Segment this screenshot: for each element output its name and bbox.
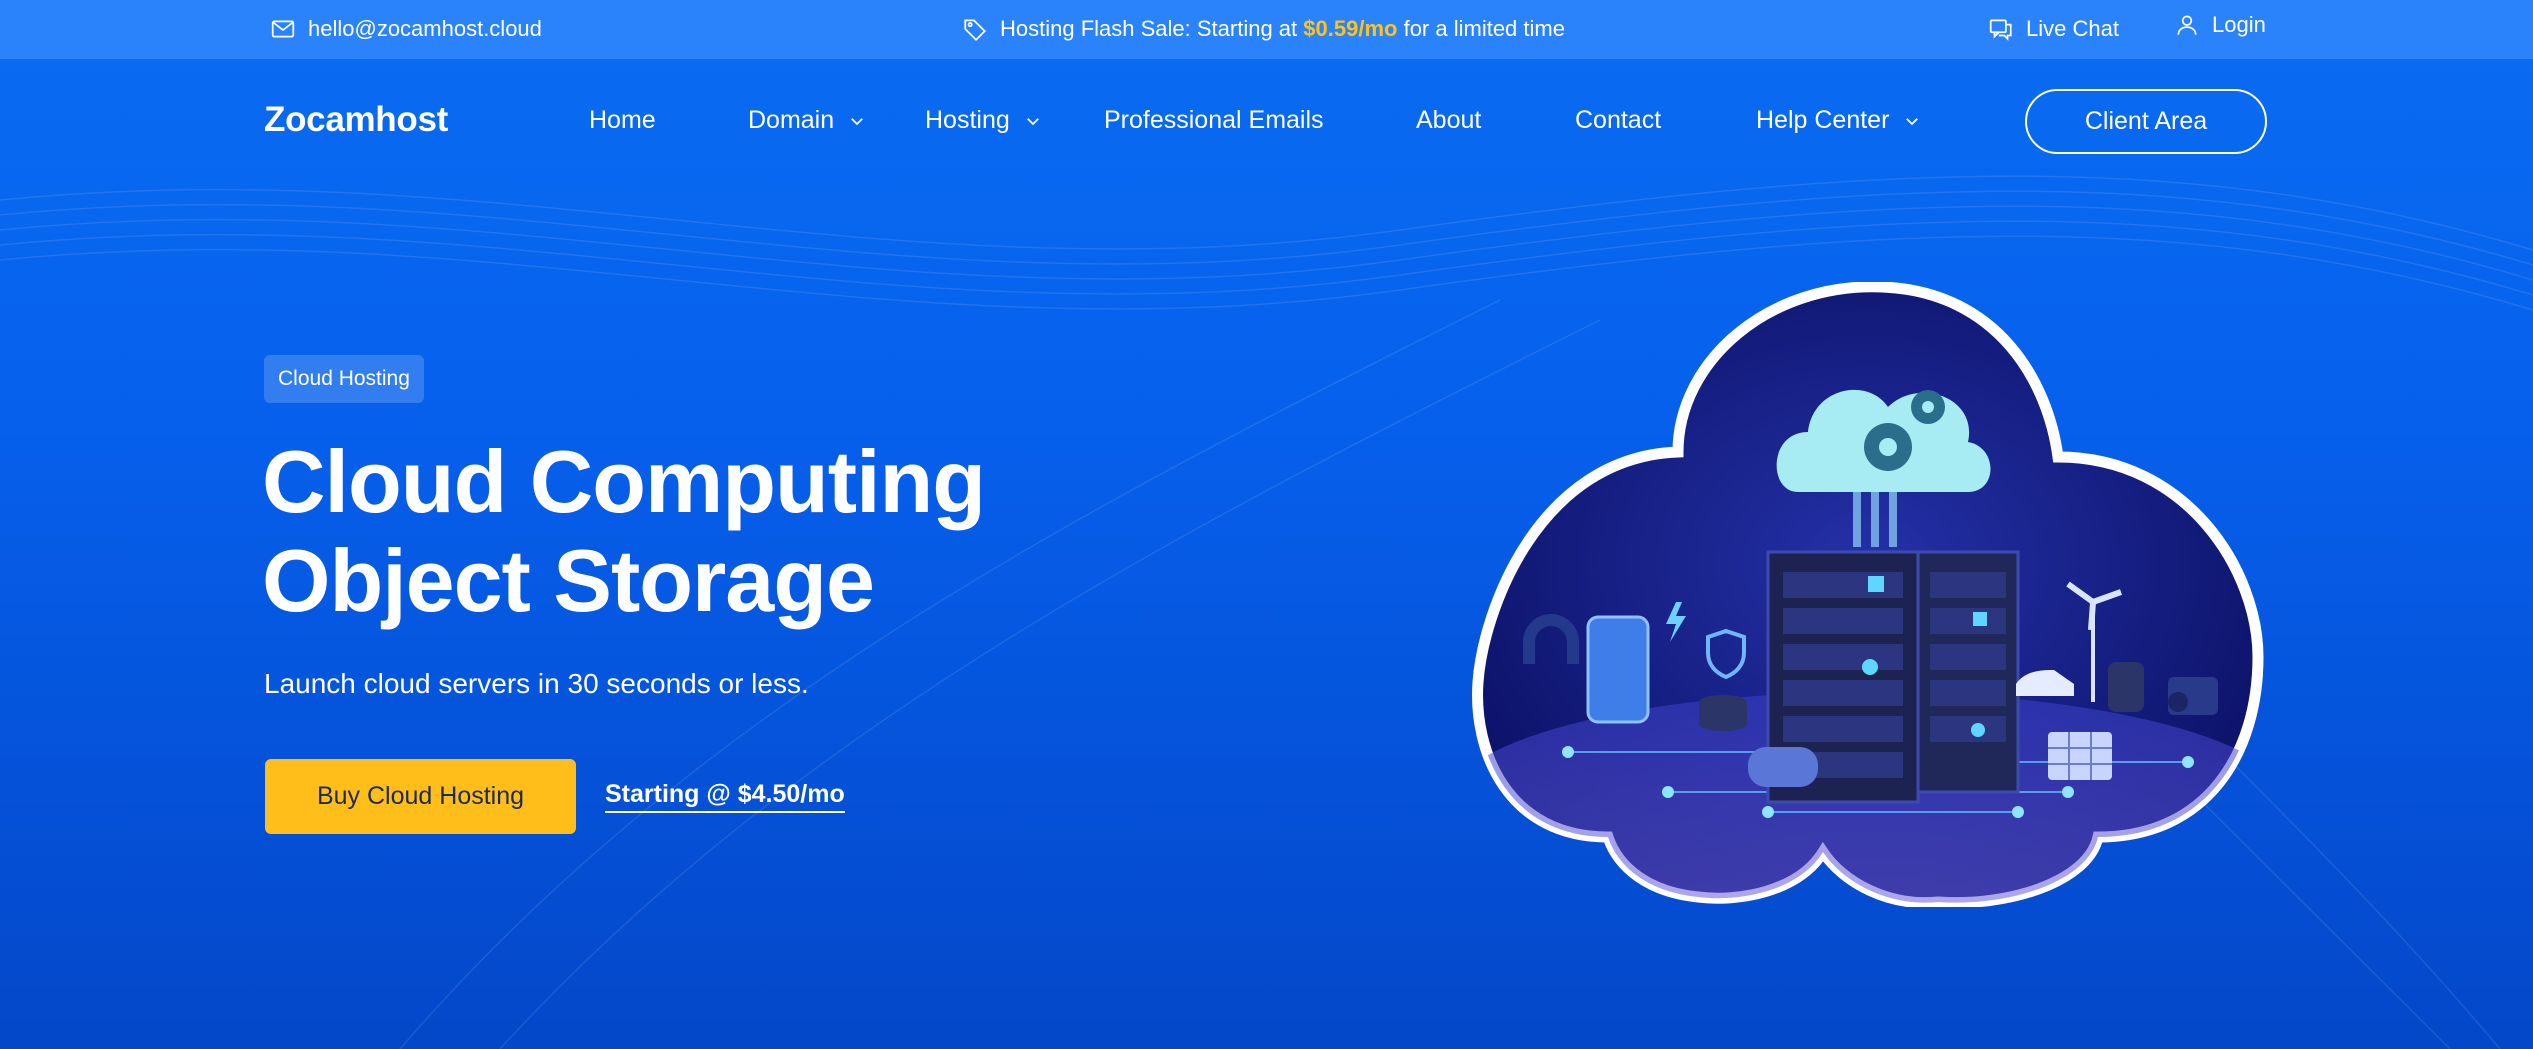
live-chat-label: Live Chat <box>2026 16 2119 41</box>
nav-domain[interactable]: Domain <box>748 106 866 135</box>
chevron-down-icon <box>1906 117 1919 125</box>
chat-icon <box>1989 19 2012 41</box>
nav-help-center-label: Help Center <box>1756 106 1890 134</box>
flash-sale-banner: Hosting Flash Sale: Starting at $0.59/mo… <box>962 16 1565 42</box>
nav-professional-emails[interactable]: Professional Emails <box>1104 106 1324 135</box>
chevron-down-icon <box>1026 117 1039 125</box>
flash-sale-prefix: Hosting Flash Sale: Starting at <box>1000 16 1298 41</box>
hero-title-line-1: Cloud Computing <box>262 432 986 531</box>
cloud-servers-illustration <box>1472 282 2264 907</box>
nav-contact-label: Contact <box>1575 106 1662 134</box>
nav-about-label: About <box>1416 106 1482 134</box>
hero-badge: Cloud Hosting <box>264 355 424 403</box>
flash-sale-suffix: for a limited time <box>1403 16 1565 41</box>
nav-help-center[interactable]: Help Center <box>1756 106 1921 135</box>
flash-sale-price: $0.59/mo <box>1303 16 1398 41</box>
mail-icon <box>271 20 295 38</box>
nav-home[interactable]: Home <box>589 106 656 135</box>
nav-professional-emails-label: Professional Emails <box>1104 106 1324 134</box>
user-icon <box>2177 15 2197 35</box>
hero-title-line-2: Object Storage <box>262 531 875 630</box>
nav-home-label: Home <box>589 106 656 134</box>
email-link[interactable]: hello@zocamhost.cloud <box>270 16 542 42</box>
client-area-button[interactable]: Client Area <box>2025 89 2267 154</box>
top-bar: hello@zocamhost.cloud Hosting Flash Sale… <box>0 0 2533 59</box>
tag-icon <box>964 19 986 42</box>
buy-cloud-hosting-button[interactable]: Buy Cloud Hosting <box>265 759 576 834</box>
nav-contact[interactable]: Contact <box>1575 106 1661 135</box>
nav-domain-label: Domain <box>748 106 835 134</box>
email-text: hello@zocamhost.cloud <box>308 16 542 41</box>
nav-hosting[interactable]: Hosting <box>925 106 1042 135</box>
site-logo[interactable]: Zocamhost <box>264 100 448 140</box>
hero-title: Cloud Computing Object Storage <box>262 432 1082 630</box>
live-chat-link[interactable]: Live Chat <box>1988 16 2119 42</box>
login-label: Login <box>2212 12 2266 37</box>
chevron-down-icon <box>851 117 864 125</box>
nav-hosting-label: Hosting <box>925 106 1010 134</box>
login-link[interactable]: Login <box>2174 12 2266 38</box>
nav-about[interactable]: About <box>1416 106 1481 135</box>
starting-price-link[interactable]: Starting @ $4.50/mo <box>605 780 845 813</box>
hero-subtitle: Launch cloud servers in 30 seconds or le… <box>264 668 809 699</box>
